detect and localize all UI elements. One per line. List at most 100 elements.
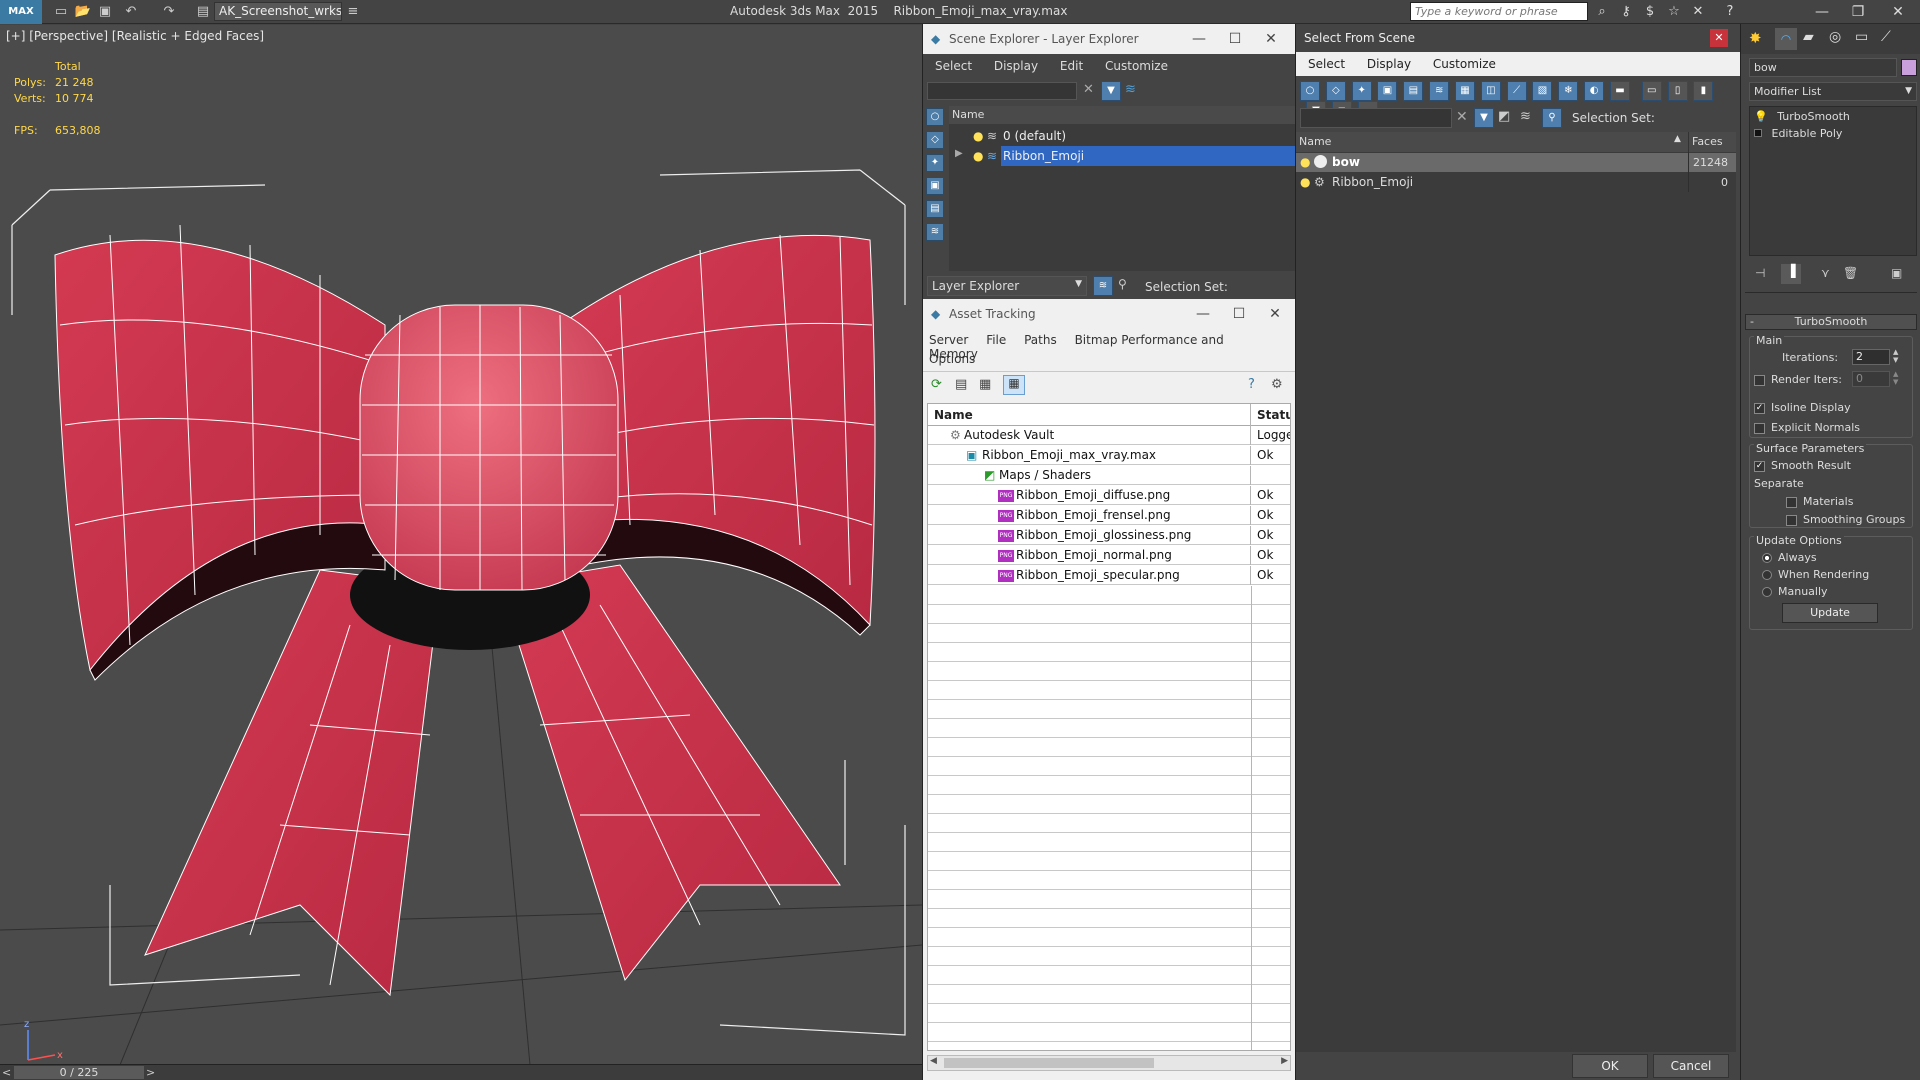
column-name-header[interactable]: Name xyxy=(949,106,1295,124)
layer-settings-icon[interactable]: ≋ xyxy=(1125,82,1136,97)
collapse-rollout-icon[interactable]: - xyxy=(1750,315,1754,329)
display-shapes-icon[interactable]: ◇ xyxy=(926,131,944,149)
modify-tab-icon[interactable]: ◠ xyxy=(1775,28,1797,50)
time-next-button[interactable]: > xyxy=(146,1066,155,1079)
object-row-ribbon-emoji[interactable]: ● ⚙ Ribbon_Emoji 0 xyxy=(1296,173,1736,192)
asset-row[interactable]: PNG Ribbon_Emoji_diffuse.png Ok xyxy=(928,486,1290,505)
light-bulb-icon[interactable]: ● xyxy=(973,146,983,166)
manually-row[interactable]: Manually xyxy=(1762,585,1828,598)
smoothing-groups-row[interactable]: Smoothing Groups xyxy=(1786,513,1905,526)
menu-select[interactable]: Select xyxy=(1308,52,1345,76)
select-none-icon[interactable]: ▯ xyxy=(1667,81,1688,101)
filter-toggle-icon[interactable]: ▼ xyxy=(1101,81,1121,101)
filter-options-icon[interactable]: ▬ xyxy=(1609,81,1630,101)
undo-icon[interactable]: ↶ xyxy=(122,3,140,21)
display-lights-icon[interactable]: ✦ xyxy=(926,154,944,172)
filter-spacewarps-icon[interactable]: ≋ xyxy=(1429,81,1450,101)
modifier-stack-item[interactable]: Editable Poly xyxy=(1754,127,1842,140)
save-file-icon[interactable]: ▣ xyxy=(96,3,114,21)
menu-display[interactable]: Display xyxy=(994,54,1038,78)
subscription-icon[interactable]: $ xyxy=(1640,3,1660,21)
modifier-list-dropdown[interactable]: Modifier List ▼ xyxy=(1749,82,1917,101)
menu-file[interactable]: File xyxy=(986,333,1006,347)
restore-icon[interactable]: ❐ xyxy=(1840,0,1876,24)
filter-cameras-icon[interactable]: ▣ xyxy=(1377,81,1398,101)
render-iters-row[interactable]: Render Iters: xyxy=(1754,373,1842,386)
show-end-result-icon[interactable]: ▐ xyxy=(1781,264,1801,284)
asset-row[interactable]: PNG Ribbon_Emoji_glossiness.png Ok xyxy=(928,526,1290,545)
utilities-tab-icon[interactable]: ⟋ xyxy=(1881,29,1891,45)
new-file-icon[interactable]: ▭ xyxy=(52,3,70,21)
light-bulb-icon[interactable]: ● xyxy=(1300,175,1310,189)
perspective-viewport[interactable]: [+] [Perspective] [Realistic + Edged Fac… xyxy=(0,25,922,1065)
manually-radio[interactable] xyxy=(1762,587,1772,597)
help-search-input[interactable]: Type a keyword or phrase xyxy=(1410,2,1588,21)
workspace-menu-icon[interactable]: ≡ xyxy=(344,3,362,21)
materials-checkbox[interactable] xyxy=(1786,496,1797,508)
menu-customize[interactable]: Customize xyxy=(1105,54,1168,78)
light-bulb-icon[interactable]: ● xyxy=(1300,155,1310,169)
render-iters-spinner[interactable]: 0 xyxy=(1852,371,1890,387)
always-row[interactable]: Always xyxy=(1762,551,1817,564)
object-row-bow[interactable]: ● bow 21248 xyxy=(1296,153,1736,172)
bulb-icon[interactable]: 💡 xyxy=(1754,110,1768,123)
smooth-result-row[interactable]: ✓ Smooth Result xyxy=(1754,459,1851,472)
hierarchy-mode-icon[interactable]: ⚲ xyxy=(1118,277,1127,291)
cancel-button[interactable]: Cancel xyxy=(1653,1054,1729,1078)
display-helpers-icon[interactable]: ▤ xyxy=(926,200,944,218)
display-layers-icon[interactable]: ≋ xyxy=(926,223,944,241)
filter-shapes-icon[interactable]: ◇ xyxy=(1325,81,1346,101)
table-view-icon[interactable]: ▦ xyxy=(1003,375,1025,395)
clear-filter-icon[interactable]: ✕ xyxy=(1456,109,1468,125)
object-name-field[interactable]: bow xyxy=(1749,58,1897,77)
filter-containers-icon[interactable]: ▧ xyxy=(1532,81,1553,101)
help-icon[interactable]: ? xyxy=(1720,3,1740,21)
asset-row[interactable]: ⚙ Autodesk Vault Logged xyxy=(928,426,1290,445)
smoothing-groups-checkbox[interactable] xyxy=(1786,514,1797,526)
asset-row[interactable]: PNG Ribbon_Emoji_specular.png Ok xyxy=(928,566,1290,585)
when-rendering-row[interactable]: When Rendering xyxy=(1762,568,1869,581)
render-iters-checkbox[interactable] xyxy=(1754,374,1765,386)
menu-server[interactable]: Server xyxy=(929,333,968,347)
layer-row-default[interactable]: ● ≋ 0 (default) xyxy=(949,126,1295,146)
spinner-arrows-icon[interactable]: ▲ ▼ xyxy=(1893,348,1898,364)
filter-xrefs-icon[interactable]: ◫ xyxy=(1480,81,1501,101)
project-folder-icon[interactable]: ▤ xyxy=(194,3,212,21)
layer-mode-icon[interactable]: ≋ xyxy=(1520,109,1531,124)
motion-tab-icon[interactable]: ◎ xyxy=(1829,29,1841,45)
select-from-scene-titlebar[interactable]: Select From Scene ✕ xyxy=(1296,24,1740,52)
object-color-swatch[interactable] xyxy=(1901,59,1917,76)
modifier-stack-item[interactable]: 💡 TurboSmooth xyxy=(1754,110,1850,123)
filter-bones-icon[interactable]: ⟋ xyxy=(1506,81,1527,101)
asset-row[interactable]: PNG Ribbon_Emoji_normal.png Ok xyxy=(928,546,1290,565)
asset-row[interactable]: PNG Ribbon_Emoji_frensel.png Ok xyxy=(928,506,1290,525)
scene-explorer-titlebar[interactable]: ◆ Scene Explorer - Layer Explorer — ☐ ✕ xyxy=(923,24,1295,54)
minimize-icon[interactable]: — xyxy=(1804,0,1840,24)
filter-lights-icon[interactable]: ✦ xyxy=(1351,81,1372,101)
explicit-normals-row[interactable]: Explicit Normals xyxy=(1754,421,1860,434)
isoline-display-checkbox[interactable]: ✓ xyxy=(1754,402,1765,414)
time-slider[interactable]: 0 / 225 xyxy=(14,1066,144,1079)
display-geometry-icon[interactable]: ○ xyxy=(926,108,944,126)
time-prev-button[interactable]: < xyxy=(2,1066,11,1079)
remove-modifier-icon[interactable]: 🗑 xyxy=(1843,266,1858,280)
pin-stack-icon[interactable]: ⊣ xyxy=(1755,266,1765,280)
filter-groups-icon[interactable]: ▦ xyxy=(1454,81,1475,101)
column-status-header[interactable]: Status xyxy=(1257,404,1290,426)
filter-frozen-icon[interactable]: ❄ xyxy=(1558,81,1579,101)
filter-helpers-icon[interactable]: ▤ xyxy=(1403,81,1424,101)
menu-paths[interactable]: Paths xyxy=(1024,333,1057,347)
settings-icon[interactable]: ⚙ xyxy=(1271,377,1283,392)
spinner-arrows-icon[interactable]: ▲ ▼ xyxy=(1893,370,1898,386)
help-icon[interactable]: ? xyxy=(1248,377,1255,392)
clear-filter-icon[interactable]: ✕ xyxy=(1083,82,1094,97)
update-button[interactable]: Update xyxy=(1782,603,1878,623)
thumbnail-view-icon[interactable]: ▦ xyxy=(979,377,991,392)
asset-row[interactable]: ▣ Ribbon_Emoji_max_vray.max Ok xyxy=(928,446,1290,465)
make-unique-icon[interactable]: ⋎ xyxy=(1821,266,1830,280)
scroll-right-icon[interactable]: ▶ xyxy=(1281,1056,1288,1066)
scene-explorer-filter-input[interactable] xyxy=(927,82,1077,100)
list-view-icon[interactable]: ▤ xyxy=(955,377,967,392)
minimize-icon[interactable]: — xyxy=(1181,24,1217,54)
menu-display[interactable]: Display xyxy=(1367,52,1411,76)
